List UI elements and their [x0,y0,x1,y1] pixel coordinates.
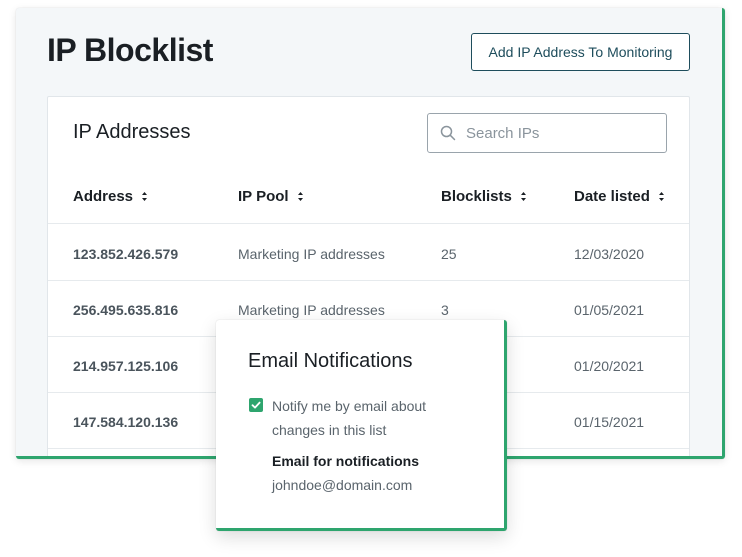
cell-address: 214.957.125.106 [73,358,179,374]
card-title: IP Addresses [73,121,191,143]
column-header-address[interactable]: Address [73,188,148,205]
table-row[interactable]: 123.852.426.579 Marketing IP addresses 2… [48,225,689,281]
table-header: Address IP Pool Blocklists Date listed [48,168,689,224]
notify-checkbox-label[interactable]: Notify me by email about changes in this… [272,394,472,442]
search-icon [440,125,456,141]
sort-icon[interactable] [520,191,527,202]
column-header-label: Address [73,188,134,205]
add-ip-address-button[interactable]: Add IP Address To Monitoring [471,33,690,71]
email-notifications-card: Email Notifications Notify me by email a… [216,320,507,531]
column-header-date-listed[interactable]: Date listed [574,188,665,205]
cell-address: 123.852.426.579 [73,246,179,262]
sort-icon[interactable] [658,191,665,202]
notifications-title: Email Notifications [248,350,413,372]
column-header-label: Blocklists [441,188,512,205]
email-field-label: Email for notifications [272,453,420,469]
email-field-value: johndoe@domain.com [272,477,413,493]
cell-ip-pool: Marketing IP addresses [238,246,385,262]
cell-address: 256.495.635.816 [73,302,179,318]
sort-icon[interactable] [297,191,304,202]
sort-icon[interactable] [141,191,148,202]
notify-checkbox[interactable] [249,398,263,412]
cell-address: 147.584.120.136 [73,414,179,430]
search-box[interactable] [427,113,667,153]
cell-date-listed: 01/05/2021 [574,302,645,318]
column-header-label: IP Pool [238,188,289,205]
cell-date-listed: 01/20/2021 [574,358,645,374]
cell-blocklists: 3 [441,302,449,318]
column-header-label: Date listed [574,188,650,205]
column-header-blocklists[interactable]: Blocklists [441,188,527,205]
cell-blocklists: 25 [441,246,457,262]
column-header-ip-pool[interactable]: IP Pool [238,188,304,205]
cell-ip-pool: Marketing IP addresses [238,302,385,318]
cell-date-listed: 01/15/2021 [574,414,645,430]
page-title: IP Blocklist [47,32,213,68]
search-input[interactable] [466,124,656,142]
cell-date-listed: 12/03/2020 [574,246,645,262]
check-icon [251,401,261,409]
